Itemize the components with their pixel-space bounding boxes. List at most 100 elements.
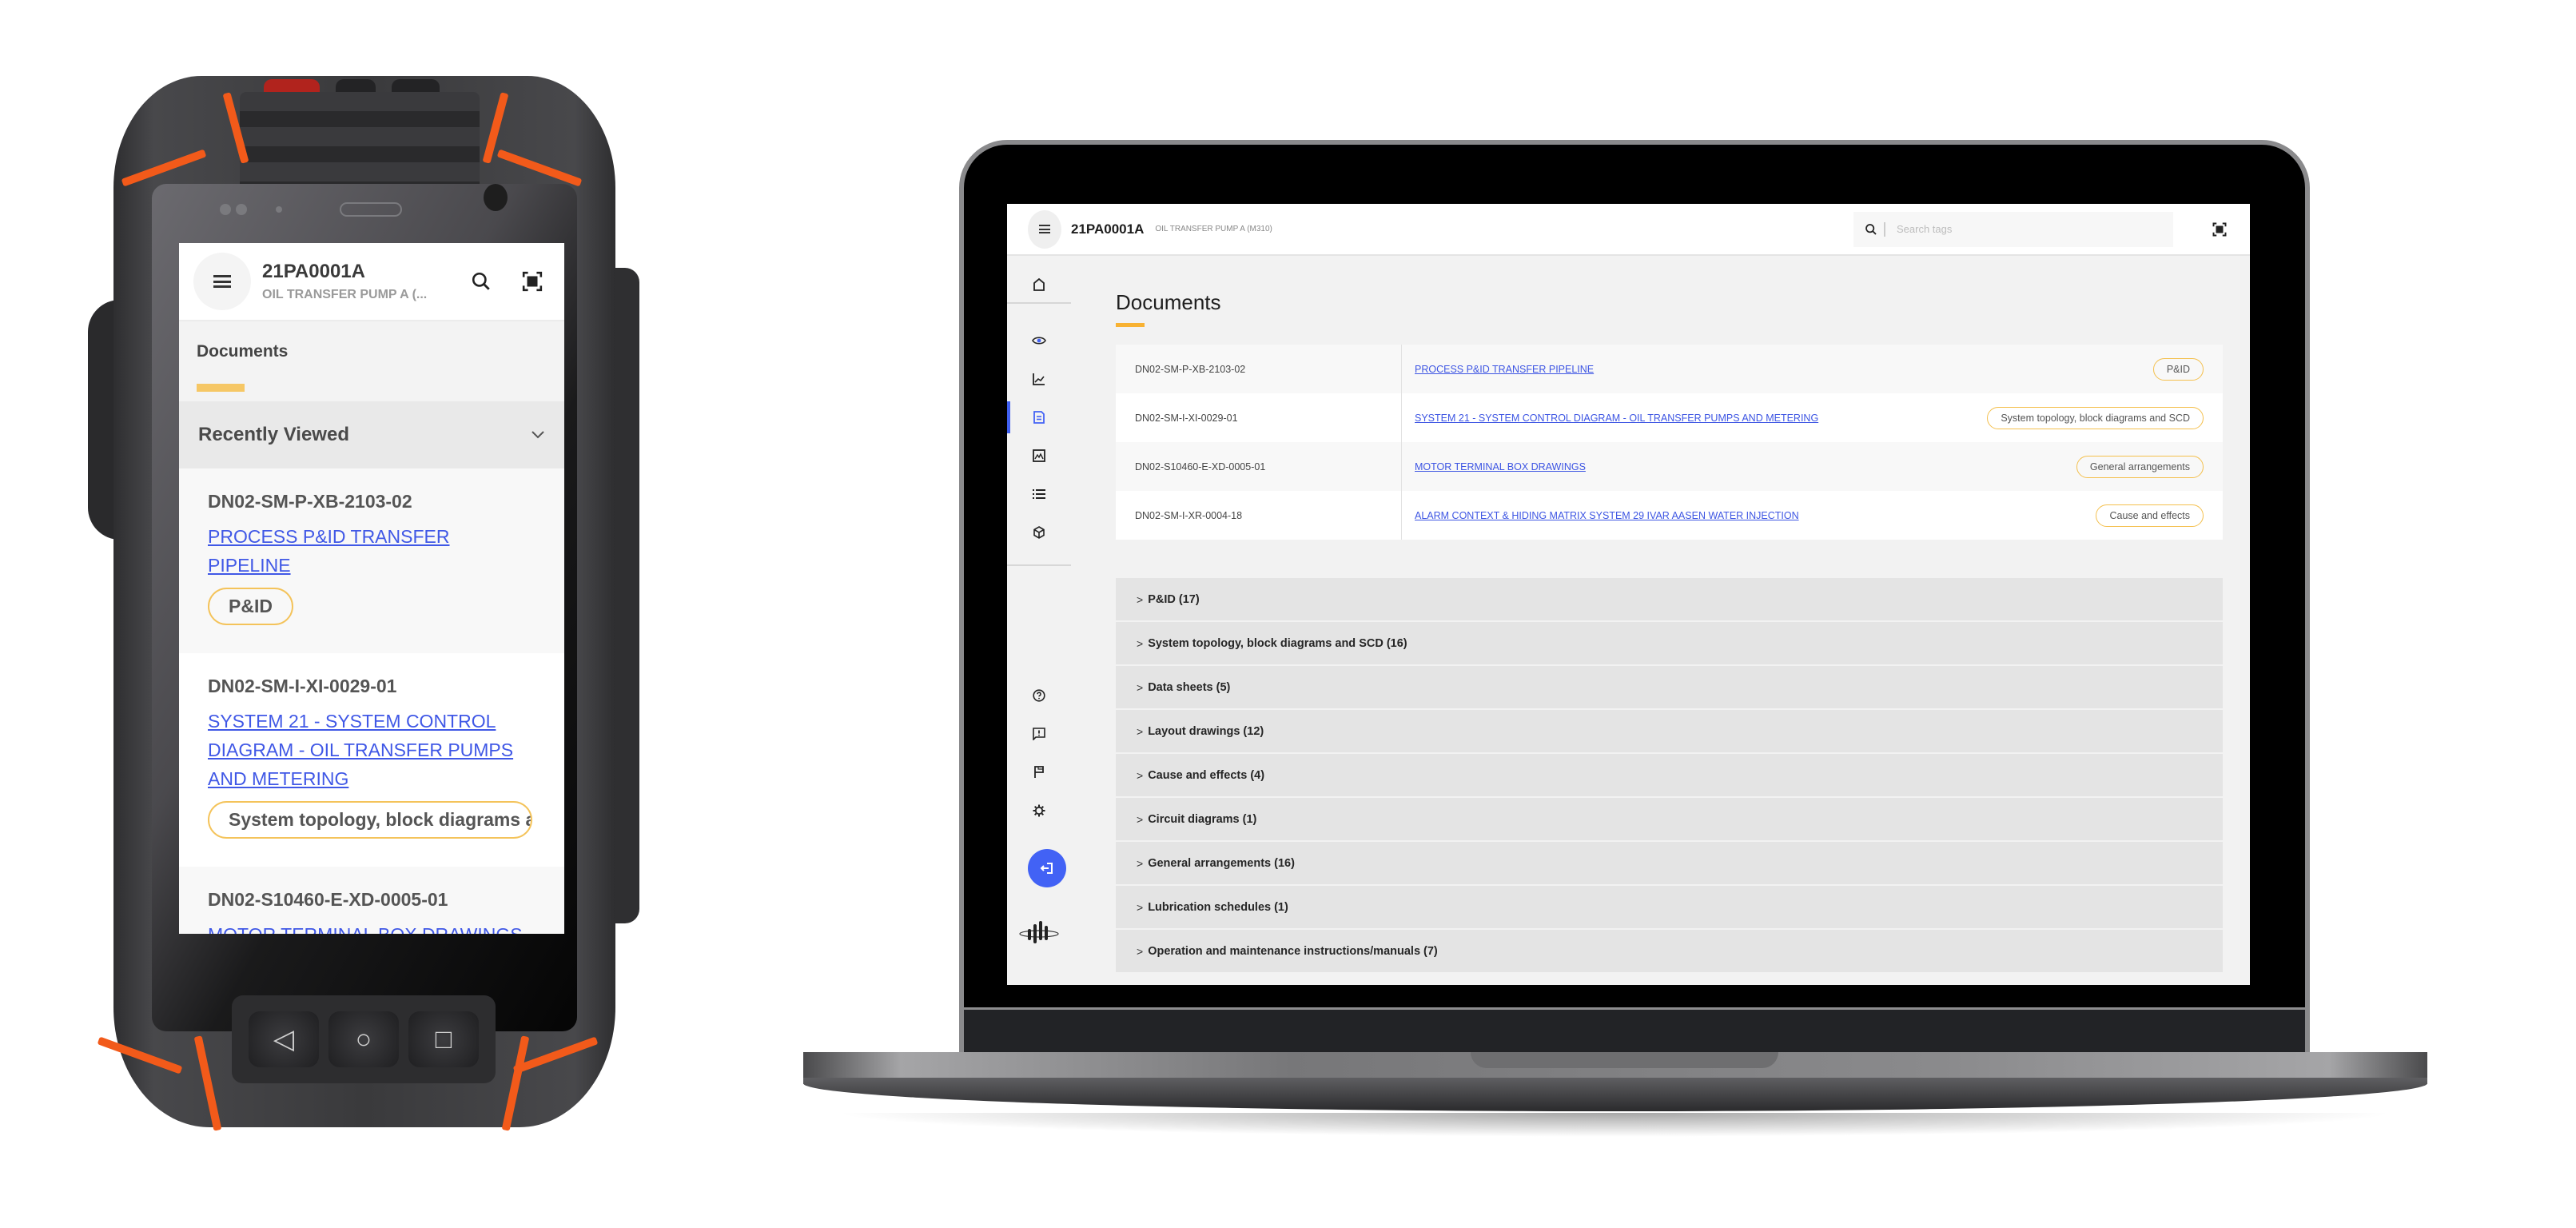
chevron-right-icon: >: [1137, 768, 1144, 782]
menu-button[interactable]: [1028, 209, 1061, 249]
phone-tag-heading: 21PA0001A OIL TRANSFER PUMP A (...: [262, 261, 448, 302]
back-button[interactable]: ◁: [249, 1011, 319, 1067]
group-cause-and-effects[interactable]: > Cause and effects (4): [1116, 754, 2223, 798]
main-content: Documents DN02-SM-P-XB-2103-02 PROCESS P…: [1116, 256, 2223, 974]
document-link[interactable]: MOTOR TERMINAL BOX DRAWINGS: [1402, 461, 2076, 472]
group-label: Operation and maintenance instructions/m…: [1148, 944, 1438, 958]
scan-button[interactable]: [2210, 220, 2229, 239]
chevron-right-icon: >: [1137, 636, 1144, 650]
document-code: DN02-SM-P-XB-2103-02: [1116, 345, 1402, 393]
chevron-right-icon: >: [1137, 680, 1144, 694]
group-om-manuals[interactable]: > Operation and maintenance instructions/…: [1116, 930, 2223, 974]
table-row: DN02-SM-P-XB-2103-02 PROCESS P&ID TRANSF…: [1116, 345, 2223, 393]
list-item: DN02-S10460-E-XD-0005-01 MOTOR TERMINAL …: [179, 867, 564, 934]
group-label: System topology, block diagrams and SCD …: [1148, 636, 1407, 650]
laptop-shadow: [831, 1113, 2398, 1137]
eye-icon: [1032, 337, 1046, 345]
list-icon: [1033, 489, 1045, 499]
chevron-right-icon: >: [1137, 812, 1144, 826]
chevron-right-icon: >: [1137, 944, 1144, 958]
phone-screen: 21PA0001A OIL TRANSFER PUMP A (... Docum…: [179, 243, 564, 934]
phone-earpiece: [340, 202, 402, 217]
chevron-down-icon: [532, 431, 544, 439]
sensor-dot: [220, 204, 231, 215]
document-link[interactable]: PROCESS P&ID TRANSFER PIPELINE: [1402, 364, 2153, 375]
list-item: DN02-SM-I-XI-0029-01 SYSTEM 21 - SYSTEM …: [179, 653, 564, 867]
group-system-topology[interactable]: > System topology, block diagrams and SCD…: [1116, 622, 2223, 666]
logout-icon: [1040, 863, 1053, 874]
table-row: DN02-SM-I-XI-0029-01 SYSTEM 21 - SYSTEM …: [1116, 393, 2223, 442]
home-button[interactable]: ○: [328, 1011, 399, 1067]
cube-icon: [1033, 526, 1045, 539]
group-label: Circuit diagrams (1): [1148, 812, 1257, 826]
search-input[interactable]: [1897, 223, 2136, 235]
front-camera: [484, 184, 508, 211]
list-item: DN02-SM-P-XB-2103-02 PROCESS P&ID TRANSF…: [179, 468, 564, 653]
logout-button[interactable]: [1028, 849, 1066, 887]
document-code: DN02-SM-I-XI-0029-01: [1116, 393, 1402, 442]
sidebar-item-settings[interactable]: [1007, 795, 1071, 827]
feedback-icon: [1033, 728, 1045, 740]
sidebar-item-images[interactable]: [1007, 440, 1071, 472]
laptop-opening-notch: [1471, 1052, 1778, 1068]
table-row: DN02-SM-I-XR-0004-18 ALARM CONTEXT & HID…: [1116, 491, 2223, 540]
group-label: Data sheets (5): [1148, 680, 1231, 694]
document-code: DN02-SM-P-XB-2103-02: [208, 491, 412, 512]
group-data-sheets[interactable]: > Data sheets (5): [1116, 666, 2223, 710]
laptop-base-bottom: [803, 1078, 2427, 1111]
sensor-dot: [236, 204, 247, 215]
section-title: Documents: [197, 342, 289, 361]
sidebar-item-home[interactable]: [1007, 269, 1071, 301]
search-button[interactable]: [464, 264, 499, 299]
tag-title: 21PA0001A: [262, 261, 365, 282]
laptop-screen: 21PA0001A OIL TRANSFER PUMP A (M310) Sea…: [1007, 204, 2250, 985]
group-general-arrangements[interactable]: > General arrangements (16): [1116, 842, 2223, 886]
recently-viewed-label: Recently Viewed: [198, 424, 349, 445]
scan-button[interactable]: [515, 264, 550, 299]
group-circuit-diagrams[interactable]: > Circuit diagrams (1): [1116, 798, 2223, 842]
sidebar-item-3d-model[interactable]: [1007, 516, 1071, 548]
sidebar-item-list[interactable]: [1007, 478, 1071, 510]
home-icon: [1033, 278, 1045, 291]
document-link[interactable]: ALARM CONTEXT & HIDING MATRIX SYSTEM 29 …: [1402, 510, 2096, 521]
section-underline: [197, 384, 245, 392]
group-label: Cause and effects (4): [1148, 768, 1265, 782]
group-label: Layout drawings (12): [1148, 724, 1264, 738]
search-icon: [472, 272, 490, 290]
recents-button[interactable]: □: [408, 1011, 479, 1067]
document-link[interactable]: PROCESS P&ID TRANSFER PIPELINE: [208, 522, 536, 580]
document-code: DN02-S10460-E-XD-0005-01: [208, 889, 448, 910]
table-row: DN02-S10460-E-XD-0005-01 MOTOR TERMINAL …: [1116, 442, 2223, 491]
scan-icon: [2212, 222, 2227, 236]
document-code: DN02-SM-I-XR-0004-18: [1116, 491, 1402, 540]
phone-section-header: Documents: [179, 321, 564, 401]
group-layout-drawings[interactable]: > Layout drawings (12): [1116, 710, 2223, 754]
title-underline: [1116, 323, 1145, 327]
chevron-right-icon: >: [1137, 592, 1144, 606]
brand-logo: [1007, 916, 1071, 948]
app-header: 21PA0001A OIL TRANSFER PUMP A (M310): [1007, 204, 2250, 256]
category-badge: System topology, block diagrams and SCD: [208, 801, 532, 839]
sidebar-item-trends[interactable]: [1007, 363, 1071, 395]
group-pid[interactable]: > P&ID (17): [1116, 578, 2223, 622]
sidebar-item-feedback[interactable]: [1007, 718, 1071, 750]
recent-documents-table: DN02-SM-P-XB-2103-02 PROCESS P&ID TRANSF…: [1116, 345, 2223, 540]
document-link[interactable]: SYSTEM 21 - SYSTEM CONTROL DIAGRAM - OIL…: [208, 707, 536, 793]
group-lubrication-schedules[interactable]: > Lubrication schedules (1): [1116, 886, 2223, 930]
category-badge: Cause and effects: [2096, 504, 2204, 527]
sensor-dot: [276, 206, 282, 213]
document-link[interactable]: SYSTEM 21 - SYSTEM CONTROL DIAGRAM - OIL…: [1402, 413, 1987, 424]
phone-top-buttons: [248, 76, 456, 94]
tag-description: OIL TRANSFER PUMP A (M310): [1155, 225, 1272, 233]
sidebar-item-help[interactable]: [1007, 680, 1071, 712]
search-box: [1853, 211, 2173, 247]
sidebar-item-documents[interactable]: [1007, 401, 1071, 433]
recently-viewed-toggle[interactable]: Recently Viewed: [179, 401, 564, 468]
category-badge: General arrangements: [2076, 455, 2204, 478]
menu-button[interactable]: [193, 253, 251, 310]
sidebar-item-overview[interactable]: [1007, 325, 1071, 357]
document-link[interactable]: MOTOR TERMINAL BOX DRAWINGS: [208, 920, 536, 934]
sidebar-item-flag[interactable]: [1007, 756, 1071, 788]
group-label: General arrangements (16): [1148, 856, 1295, 870]
chart-icon: [1033, 373, 1045, 385]
